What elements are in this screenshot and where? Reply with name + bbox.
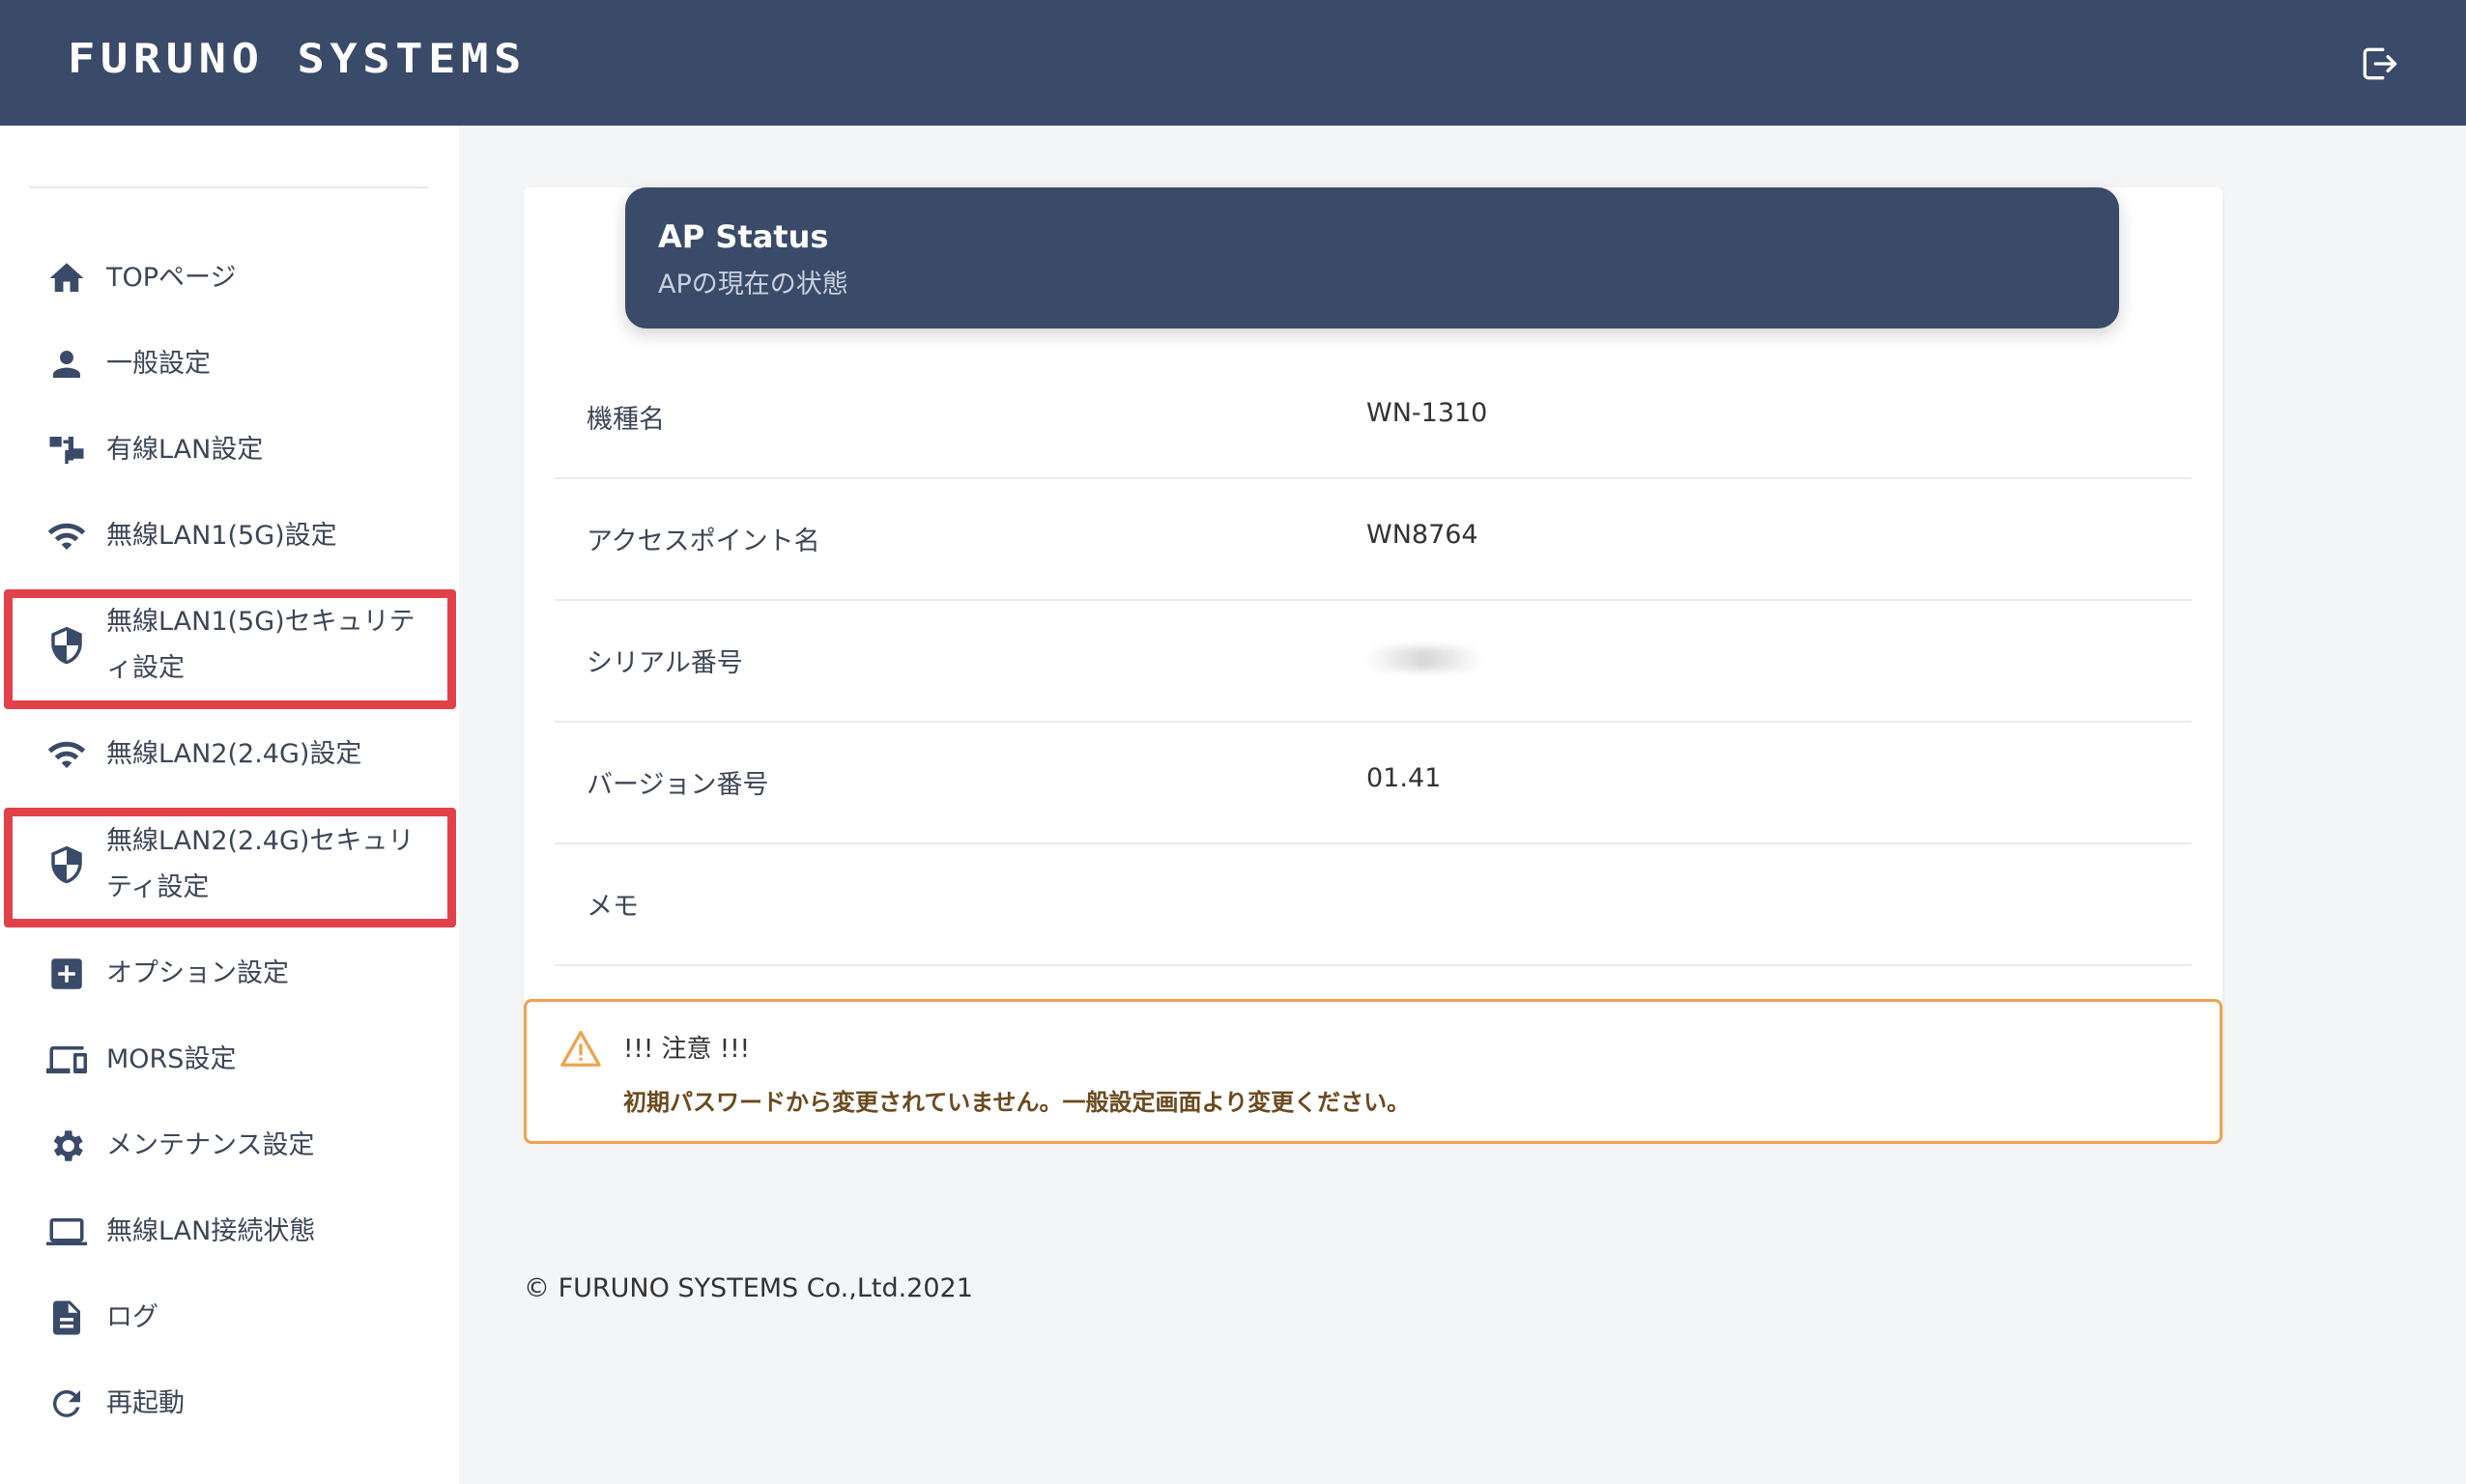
info-row-version: バージョン番号 01.41	[555, 723, 2192, 844]
sidebar-item-label: 無線LAN接続状態	[106, 1216, 316, 1246]
sidebar: TOPページ 一般設定 有線LAN設定 無線LAN1(5G)設定 無線LAN1(…	[0, 126, 459, 1484]
sidebar-item-label: 一般設定	[106, 349, 211, 379]
info-row-ap-name: アクセスポイント名 WN8764	[555, 479, 2192, 601]
sidebar-item-label: オプション設定	[106, 958, 289, 988]
card-subtitle: APの現在の状態	[658, 270, 848, 300]
home-icon	[44, 256, 89, 300]
sidebar-item-wlan2-security[interactable]: 無線LAN2(2.4G)セキュリティ設定	[0, 807, 459, 923]
serial-redacted	[1366, 647, 1482, 671]
wifi-icon	[44, 514, 89, 558]
sidebar-item-options[interactable]: オプション設定	[0, 935, 459, 1013]
sidebar-item-label: 再起動	[106, 1388, 185, 1418]
shield-icon	[44, 623, 89, 668]
card-title: AP Status	[658, 218, 829, 255]
row-label: 機種名	[587, 405, 665, 435]
row-label: アクセスポイント名	[587, 527, 820, 556]
refresh-icon	[44, 1382, 89, 1426]
sidebar-item-wlan-status[interactable]: 無線LAN接続状態	[0, 1193, 459, 1270]
user-icon	[44, 342, 89, 386]
sidebar-item-log[interactable]: ログ	[0, 1279, 459, 1356]
brand-logo: FURUNO SYSTEMS	[68, 35, 527, 82]
sidebar-item-label: メンテナンス設定	[106, 1130, 315, 1160]
row-value: WN-1310	[1366, 398, 1488, 428]
sidebar-item-label: 無線LAN2(2.4G)設定	[106, 739, 362, 769]
wifi-icon	[44, 732, 89, 777]
sidebar-item-mors[interactable]: MORS設定	[0, 1021, 459, 1099]
sidebar-item-label: MORS設定	[106, 1044, 237, 1074]
warning-alert: !!! 注意 !!! 初期パスワードから変更されていません。一般設定画面より変更…	[524, 999, 2222, 1144]
warning-title: !!! 注意 !!!	[623, 1035, 751, 1064]
sidebar-item-label: 無線LAN1(5G)セキュリティ設定	[106, 607, 416, 683]
sidebar-item-wired-lan[interactable]: 有線LAN設定	[0, 412, 459, 489]
sidebar-item-top[interactable]: TOPページ	[0, 240, 459, 317]
warning-message: 初期パスワードから変更されていません。一般設定画面より変更ください。	[623, 1089, 1411, 1116]
sidebar-item-label: TOPページ	[106, 263, 237, 293]
info-row-model: 機種名 WN-1310	[555, 357, 2192, 479]
row-label: メモ	[587, 892, 639, 922]
sidebar-item-reboot[interactable]: 再起動	[0, 1365, 459, 1442]
devices-icon	[44, 1038, 89, 1082]
info-row-memo: メモ	[555, 844, 2192, 966]
sidebar-item-general[interactable]: 一般設定	[0, 326, 459, 403]
row-value: 01.41	[1366, 763, 1442, 793]
sidebar-item-label: 有線LAN設定	[106, 435, 264, 465]
warning-triangle-icon	[559, 1029, 602, 1068]
sidebar-item-wlan1-security[interactable]: 無線LAN1(5G)セキュリティ設定	[0, 587, 459, 703]
info-row-serial: シリアル番号	[555, 601, 2192, 723]
sidebar-item-maintenance[interactable]: メンテナンス設定	[0, 1107, 459, 1184]
laptop-icon	[44, 1210, 89, 1254]
ap-status-card: AP Status APの現在の状態 機種名 WN-1310 アクセスポイント名…	[524, 187, 2222, 1139]
network-icon	[44, 428, 89, 472]
row-value: WN8764	[1366, 520, 1478, 550]
sidebar-item-wlan1[interactable]: 無線LAN1(5G)設定	[0, 498, 459, 575]
sidebar-item-label: 無線LAN1(5G)設定	[106, 521, 337, 551]
row-label: バージョン番号	[587, 770, 769, 800]
sidebar-item-label: ログ	[106, 1302, 158, 1332]
sidebar-divider	[29, 186, 428, 188]
shield-icon	[44, 842, 89, 887]
row-label: シリアル番号	[587, 648, 743, 678]
gear-icon	[44, 1124, 89, 1168]
plus-box-icon	[44, 952, 89, 996]
top-bar: FURUNO SYSTEMS	[0, 0, 2466, 126]
sidebar-item-label: 無線LAN2(2.4G)セキュリティ設定	[106, 826, 415, 902]
footer-copyright: © FURUNO SYSTEMS Co.,Ltd.2021	[524, 1273, 973, 1303]
logout-icon[interactable]	[2358, 43, 2400, 85]
document-icon	[44, 1296, 89, 1340]
sidebar-item-wlan2[interactable]: 無線LAN2(2.4G)設定	[0, 716, 459, 793]
card-header: AP Status APの現在の状態	[625, 187, 2119, 328]
